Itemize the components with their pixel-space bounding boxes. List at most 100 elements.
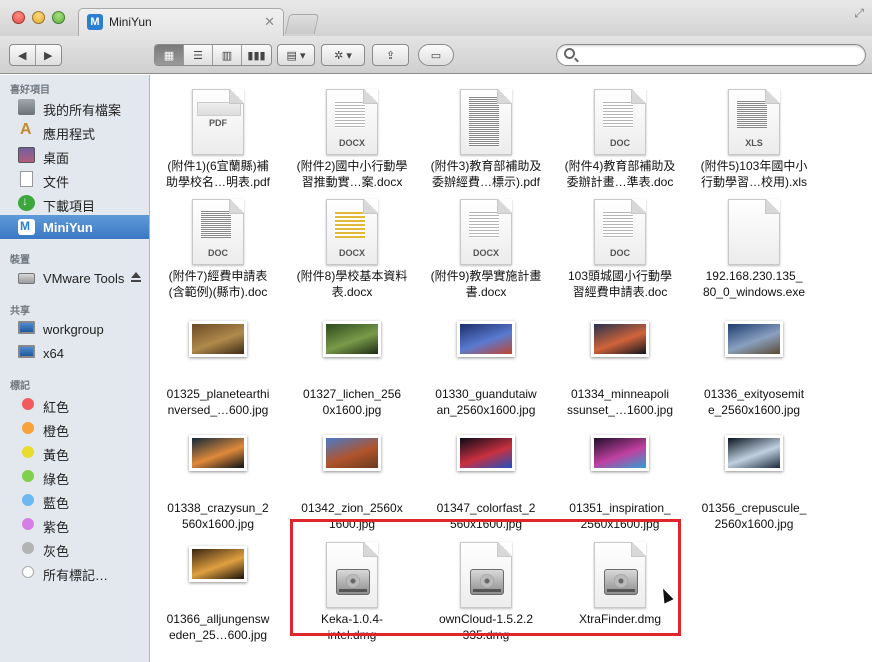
coverflow-view-button[interactable]: ▮▮▮ xyxy=(242,45,271,65)
file-item[interactable]: (附件3)教育部補助及 委辦經費…標示).pdf xyxy=(419,82,553,198)
sidebar-item-desktop[interactable]: 桌面 xyxy=(0,143,149,167)
file-item[interactable]: 01327_lichen_256 0x1600.jpg xyxy=(285,310,419,426)
file-thumbnail: XLS xyxy=(687,82,821,158)
tag-color-dot-icon xyxy=(22,566,34,578)
document-icon: XLS xyxy=(728,89,780,155)
edit-tags-button[interactable]: ▭ xyxy=(419,45,453,65)
file-thumbnail xyxy=(419,310,553,386)
all-files-icon xyxy=(18,99,35,115)
file-thumbnail xyxy=(687,310,821,386)
file-name-label: 01325_planetearthi nversed_…600.jpg xyxy=(166,387,270,417)
image-thumbnail-icon xyxy=(725,321,783,357)
sidebar-item-tag[interactable]: 所有標記… xyxy=(0,560,149,584)
file-extension-label: PDF xyxy=(209,118,227,128)
file-name-label: (附件9)教學實施計畫 書.docx xyxy=(430,269,542,299)
sidebar-item-documents[interactable]: 文件 xyxy=(0,167,149,191)
sidebar-item-label: VMware Tools xyxy=(43,271,125,286)
documents-icon xyxy=(20,171,33,187)
file-item[interactable]: 192.168.230.135_ 80_0_windows.exe xyxy=(687,192,821,308)
sidebar-item-tag[interactable]: 綠色 xyxy=(0,464,149,488)
share-button[interactable]: ⇪ xyxy=(373,45,408,65)
sidebar-item-all-files[interactable]: 我的所有檔案 xyxy=(0,95,149,119)
file-thumbnail xyxy=(151,535,285,611)
fullscreen-icon[interactable]: ⤢ xyxy=(854,6,864,21)
sidebar-item-applications[interactable]: 應用程式 xyxy=(0,119,149,143)
icon-view-button[interactable]: ▦ xyxy=(155,45,184,65)
file-extension-label: DOCX xyxy=(338,248,365,258)
back-button[interactable]: ◀ xyxy=(10,45,36,65)
tag-color-dot-icon xyxy=(22,518,34,530)
downloads-icon xyxy=(18,194,35,211)
file-item[interactable]: DOCX (附件2)國中小行動學 習推動實…案.docx xyxy=(285,82,419,198)
file-thumbnail: DOC xyxy=(553,192,687,268)
sidebar-item-label: MiniYun xyxy=(43,220,93,235)
file-name-label: 01334_minneapoli ssunset_…1600.jpg xyxy=(566,387,674,417)
sidebar-section-devices: 裝置 xyxy=(10,255,30,266)
file-thumbnail xyxy=(151,424,285,500)
sidebar-item-tag[interactable]: 藍色 xyxy=(0,488,149,512)
document-icon xyxy=(728,199,780,265)
arrange-button[interactable]: ▤ ▾ xyxy=(278,45,314,65)
document-icon: PDF xyxy=(192,89,244,155)
search-box[interactable] xyxy=(556,44,866,66)
file-item[interactable]: 01338_crazysun_2 560x1600.jpg xyxy=(151,424,285,540)
file-name-label: 01327_lichen_256 0x1600.jpg xyxy=(302,387,402,417)
sidebar-item-tag[interactable]: 黃色 xyxy=(0,440,149,464)
forward-button[interactable]: ▶ xyxy=(36,45,61,65)
sidebar-item-downloads[interactable]: 下載項目 xyxy=(0,191,149,215)
file-thumbnail: DOC xyxy=(151,192,285,268)
minimize-window-button[interactable] xyxy=(32,11,45,24)
sidebar-item-label: workgroup xyxy=(43,322,104,337)
file-extension-label: DOCX xyxy=(338,138,365,148)
back-forward-group: ◀ ▶ xyxy=(9,44,62,66)
file-item[interactable]: 01325_planetearthi nversed_…600.jpg xyxy=(151,310,285,426)
sidebar-item-tag[interactable]: 橙色 xyxy=(0,416,149,440)
file-item[interactable]: 01356_crepuscule_ 2560x1600.jpg xyxy=(687,424,821,540)
image-thumbnail-icon xyxy=(591,321,649,357)
sidebar-item-label: 桌面 xyxy=(43,151,70,166)
file-item[interactable]: DOC 103頭城國小行動學 習經費申請表.doc xyxy=(553,192,687,308)
file-name-label: (附件8)學校基本資料 表.docx xyxy=(296,269,408,299)
sidebar-item-workgroup[interactable]: workgroup xyxy=(0,317,149,341)
tab-close-icon[interactable]: ✕ xyxy=(264,14,275,30)
sidebar-item-vmware-tools[interactable]: VMware Tools xyxy=(0,266,149,290)
document-icon: DOCX xyxy=(326,199,378,265)
file-name-label: 01330_guandutaiw an_2560x1600.jpg xyxy=(435,387,537,417)
sidebar-item-label: 黃色 xyxy=(43,448,70,463)
sidebar-section-tags: 標記 xyxy=(10,381,30,392)
edit-tags-menu: ▭ xyxy=(418,44,454,66)
file-extension-label: DOC xyxy=(610,138,630,148)
file-item[interactable]: DOC (附件4)教育部補助及 委辦計畫…準表.doc xyxy=(553,82,687,198)
sidebar-item-x64[interactable]: x64 xyxy=(0,341,149,365)
tab-title: MiniYun xyxy=(109,15,152,29)
close-window-button[interactable] xyxy=(12,11,25,24)
title-bar: M MiniYun ✕ ⤢ xyxy=(0,0,872,36)
list-view-button[interactable]: ☰ xyxy=(184,45,213,65)
sidebar-item-label: 應用程式 xyxy=(43,127,96,142)
action-gear-button[interactable]: ✲ ▾ xyxy=(322,45,364,65)
sidebar-item-tag[interactable]: 紅色 xyxy=(0,392,149,416)
file-item[interactable]: DOC (附件7)經費申請表 (含範例)(縣市).doc xyxy=(151,192,285,308)
tag-color-dot-icon xyxy=(22,542,34,554)
sidebar-item-label: 綠色 xyxy=(43,472,70,487)
file-item[interactable]: 01334_minneapoli ssunset_…1600.jpg xyxy=(553,310,687,426)
file-item[interactable]: 01366_alljungensw eden_25…600.jpg xyxy=(151,535,285,651)
file-item[interactable]: DOCX (附件8)學校基本資料 表.docx xyxy=(285,192,419,308)
sidebar-item-tag[interactable]: 灰色 xyxy=(0,536,149,560)
eject-icon[interactable] xyxy=(131,272,141,282)
tab-miniyun[interactable]: M MiniYun ✕ xyxy=(78,8,284,36)
share-menu: ⇪ xyxy=(372,44,409,66)
column-view-button[interactable]: ▥ xyxy=(213,45,242,65)
file-item[interactable]: 01336_exityosemit e_2560x1600.jpg xyxy=(687,310,821,426)
sidebar-item-tag[interactable]: 紫色 xyxy=(0,512,149,536)
zoom-window-button[interactable] xyxy=(52,11,65,24)
new-tab-button[interactable] xyxy=(284,14,320,34)
file-item[interactable]: 01330_guandutaiw an_2560x1600.jpg xyxy=(419,310,553,426)
file-item[interactable]: DOCX (附件9)教學實施計畫 書.docx xyxy=(419,192,553,308)
file-thumbnail xyxy=(285,424,419,500)
sidebar-item-miniyun[interactable]: MiniYun xyxy=(0,215,149,239)
file-name-label: 01336_exityosemit e_2560x1600.jpg xyxy=(703,387,805,417)
file-item[interactable]: PDF (附件1)(6宜蘭縣)補 助學校名…明表.pdf xyxy=(151,82,285,198)
search-input[interactable] xyxy=(583,47,853,63)
file-item[interactable]: XLS (附件5)103年國中小 行動學習…校用).xls xyxy=(687,82,821,198)
